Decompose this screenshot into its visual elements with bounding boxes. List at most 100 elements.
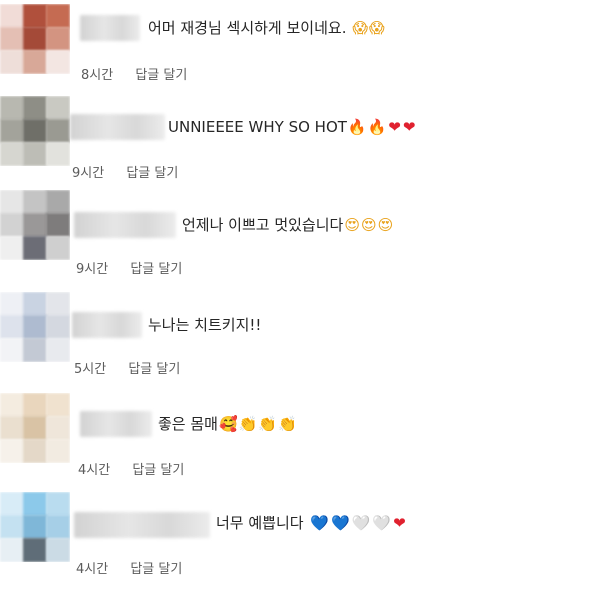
red-heart-icon: ❤	[402, 118, 416, 136]
avatar-pixel	[46, 213, 70, 237]
comment-body: 어머 재경님 섹시하게 보이네요.	[148, 19, 347, 37]
heart-eyes-icon: 😍	[360, 216, 377, 234]
clapping-hands-icon: 👏	[238, 415, 258, 433]
comment-meta: 4시간 답글 달기	[76, 558, 182, 577]
comment-text: 너무 예쁩니다 💙 💙 🤍 🤍 ❤	[216, 512, 406, 534]
avatar-pixel	[46, 416, 70, 440]
comment-meta: 4시간 답글 달기	[78, 459, 184, 478]
avatar-pixel	[23, 96, 47, 120]
comment-text: 누나는 치트키지!!	[148, 314, 261, 336]
avatar[interactable]	[0, 190, 70, 260]
avatar-pixel	[0, 213, 24, 237]
comment-text: 언제나 이쁘고 멋있습니다😍😍😍	[182, 214, 393, 236]
avatar-pixel	[46, 492, 70, 516]
clapping-hands-icon: 👏	[258, 415, 278, 433]
avatar-pixel	[23, 4, 47, 28]
reply-button[interactable]: 답글 달기	[135, 68, 187, 83]
username-blurred[interactable]	[72, 312, 142, 338]
avatar-pixel	[23, 416, 47, 440]
username-blurred[interactable]	[74, 512, 210, 538]
avatar-pixel	[46, 393, 70, 417]
avatar[interactable]	[0, 96, 70, 166]
reply-button[interactable]: 답글 달기	[130, 262, 182, 277]
avatar-pixel	[0, 416, 24, 440]
avatar-pixel	[46, 50, 70, 74]
avatar-pixel	[23, 393, 47, 417]
avatar-pixel	[0, 27, 24, 51]
comment-item: 어머 재경님 섹시하게 보이네요. 😱😱 8시간 답글 달기	[0, 0, 600, 100]
comment-item: 누나는 치트키지!! 5시간 답글 달기	[0, 292, 600, 392]
reply-button[interactable]: 답글 달기	[126, 166, 178, 181]
avatar-pixel	[0, 515, 24, 539]
blue-heart-icon: 💙	[310, 514, 330, 532]
comment-meta: 9시간 답글 달기	[72, 162, 178, 181]
reply-button[interactable]: 답글 달기	[128, 362, 180, 377]
comment-meta: 9시간 답글 달기	[76, 258, 182, 277]
avatar-pixel	[46, 96, 70, 120]
avatar-pixel	[23, 190, 47, 214]
comment-item: 너무 예쁩니다 💙 💙 🤍 🤍 ❤ 4시간 답글 달기	[0, 492, 600, 592]
scream-face-icon: 😱	[368, 19, 385, 37]
avatar-pixel	[0, 96, 24, 120]
avatar-pixel	[0, 292, 24, 316]
heart-eyes-icon: 😍	[377, 216, 394, 234]
comment-item: 좋은 몸매🥰👏👏👏 4시간 답글 달기	[0, 393, 600, 493]
avatar-pixel	[23, 50, 47, 74]
avatar-pixel	[46, 236, 70, 260]
avatar-pixel	[46, 338, 70, 362]
avatar-pixel	[0, 4, 24, 28]
comment-body: 누나는 치트키지!!	[148, 316, 262, 334]
username-blurred[interactable]	[80, 411, 152, 437]
avatar-pixel	[46, 119, 70, 143]
username-blurred[interactable]	[70, 114, 165, 140]
avatar-pixel	[0, 119, 24, 143]
red-heart-icon: ❤	[388, 118, 401, 136]
username-blurred[interactable]	[74, 212, 176, 238]
avatar[interactable]	[0, 492, 70, 562]
username-blurred[interactable]	[80, 15, 140, 41]
fire-icon: 🔥	[347, 118, 367, 136]
avatar-pixel	[0, 50, 24, 74]
comment-time: 4시간	[78, 463, 111, 478]
avatar-pixel	[0, 142, 24, 166]
comment-body: 너무 예쁩니다	[216, 514, 304, 532]
reply-button[interactable]: 답글 달기	[130, 562, 182, 577]
comment-text: 좋은 몸매🥰👏👏👏	[158, 413, 297, 435]
avatar-pixel	[0, 538, 24, 562]
avatar[interactable]	[0, 393, 70, 463]
comment-body: 좋은 몸매	[158, 415, 218, 433]
avatar-pixel	[0, 338, 24, 362]
scream-face-icon: 😱	[352, 19, 368, 37]
comment-item: UNNIEEEE WHY SO HOT🔥🔥 ❤ ❤ 9시간 답글 달기	[0, 96, 600, 196]
avatar-pixel	[46, 4, 70, 28]
fire-icon: 🔥	[367, 118, 387, 136]
reply-button[interactable]: 답글 달기	[132, 463, 184, 478]
comment-time: 9시간	[72, 166, 105, 181]
avatar-pixel	[46, 439, 70, 463]
avatar-pixel	[23, 119, 47, 143]
comment-meta: 8시간 답글 달기	[81, 64, 187, 83]
smiling-face-with-hearts-icon: 🥰	[218, 415, 238, 433]
red-heart-icon: ❤	[393, 514, 406, 532]
heart-eyes-icon: 😍	[344, 216, 360, 234]
avatar-pixel	[23, 492, 47, 516]
avatar-pixel	[0, 393, 24, 417]
avatar-pixel	[46, 515, 70, 539]
comment-time: 5시간	[74, 362, 107, 377]
comment-list: 어머 재경님 섹시하게 보이네요. 😱😱 8시간 답글 달기 UNNIEEEE …	[0, 0, 600, 600]
comment-time: 4시간	[76, 562, 109, 577]
comment-text: 어머 재경님 섹시하게 보이네요. 😱😱	[148, 17, 385, 39]
avatar-pixel	[46, 538, 70, 562]
comment-body: 언제나 이쁘고 멋있습니다	[182, 216, 344, 234]
comment-meta: 5시간 답글 달기	[74, 358, 180, 377]
avatar-pixel	[23, 515, 47, 539]
white-heart-icon: 🤍	[351, 514, 371, 532]
avatar[interactable]	[0, 4, 70, 74]
avatar-pixel	[46, 190, 70, 214]
avatar[interactable]	[0, 292, 70, 362]
clapping-hands-icon: 👏	[278, 415, 297, 433]
comment-item: 언제나 이쁘고 멋있습니다😍😍😍 9시간 답글 달기	[0, 190, 600, 290]
avatar-pixel	[23, 213, 47, 237]
comment-body: UNNIEEEE WHY SO HOT	[168, 118, 347, 136]
comment-time: 8시간	[81, 68, 114, 83]
